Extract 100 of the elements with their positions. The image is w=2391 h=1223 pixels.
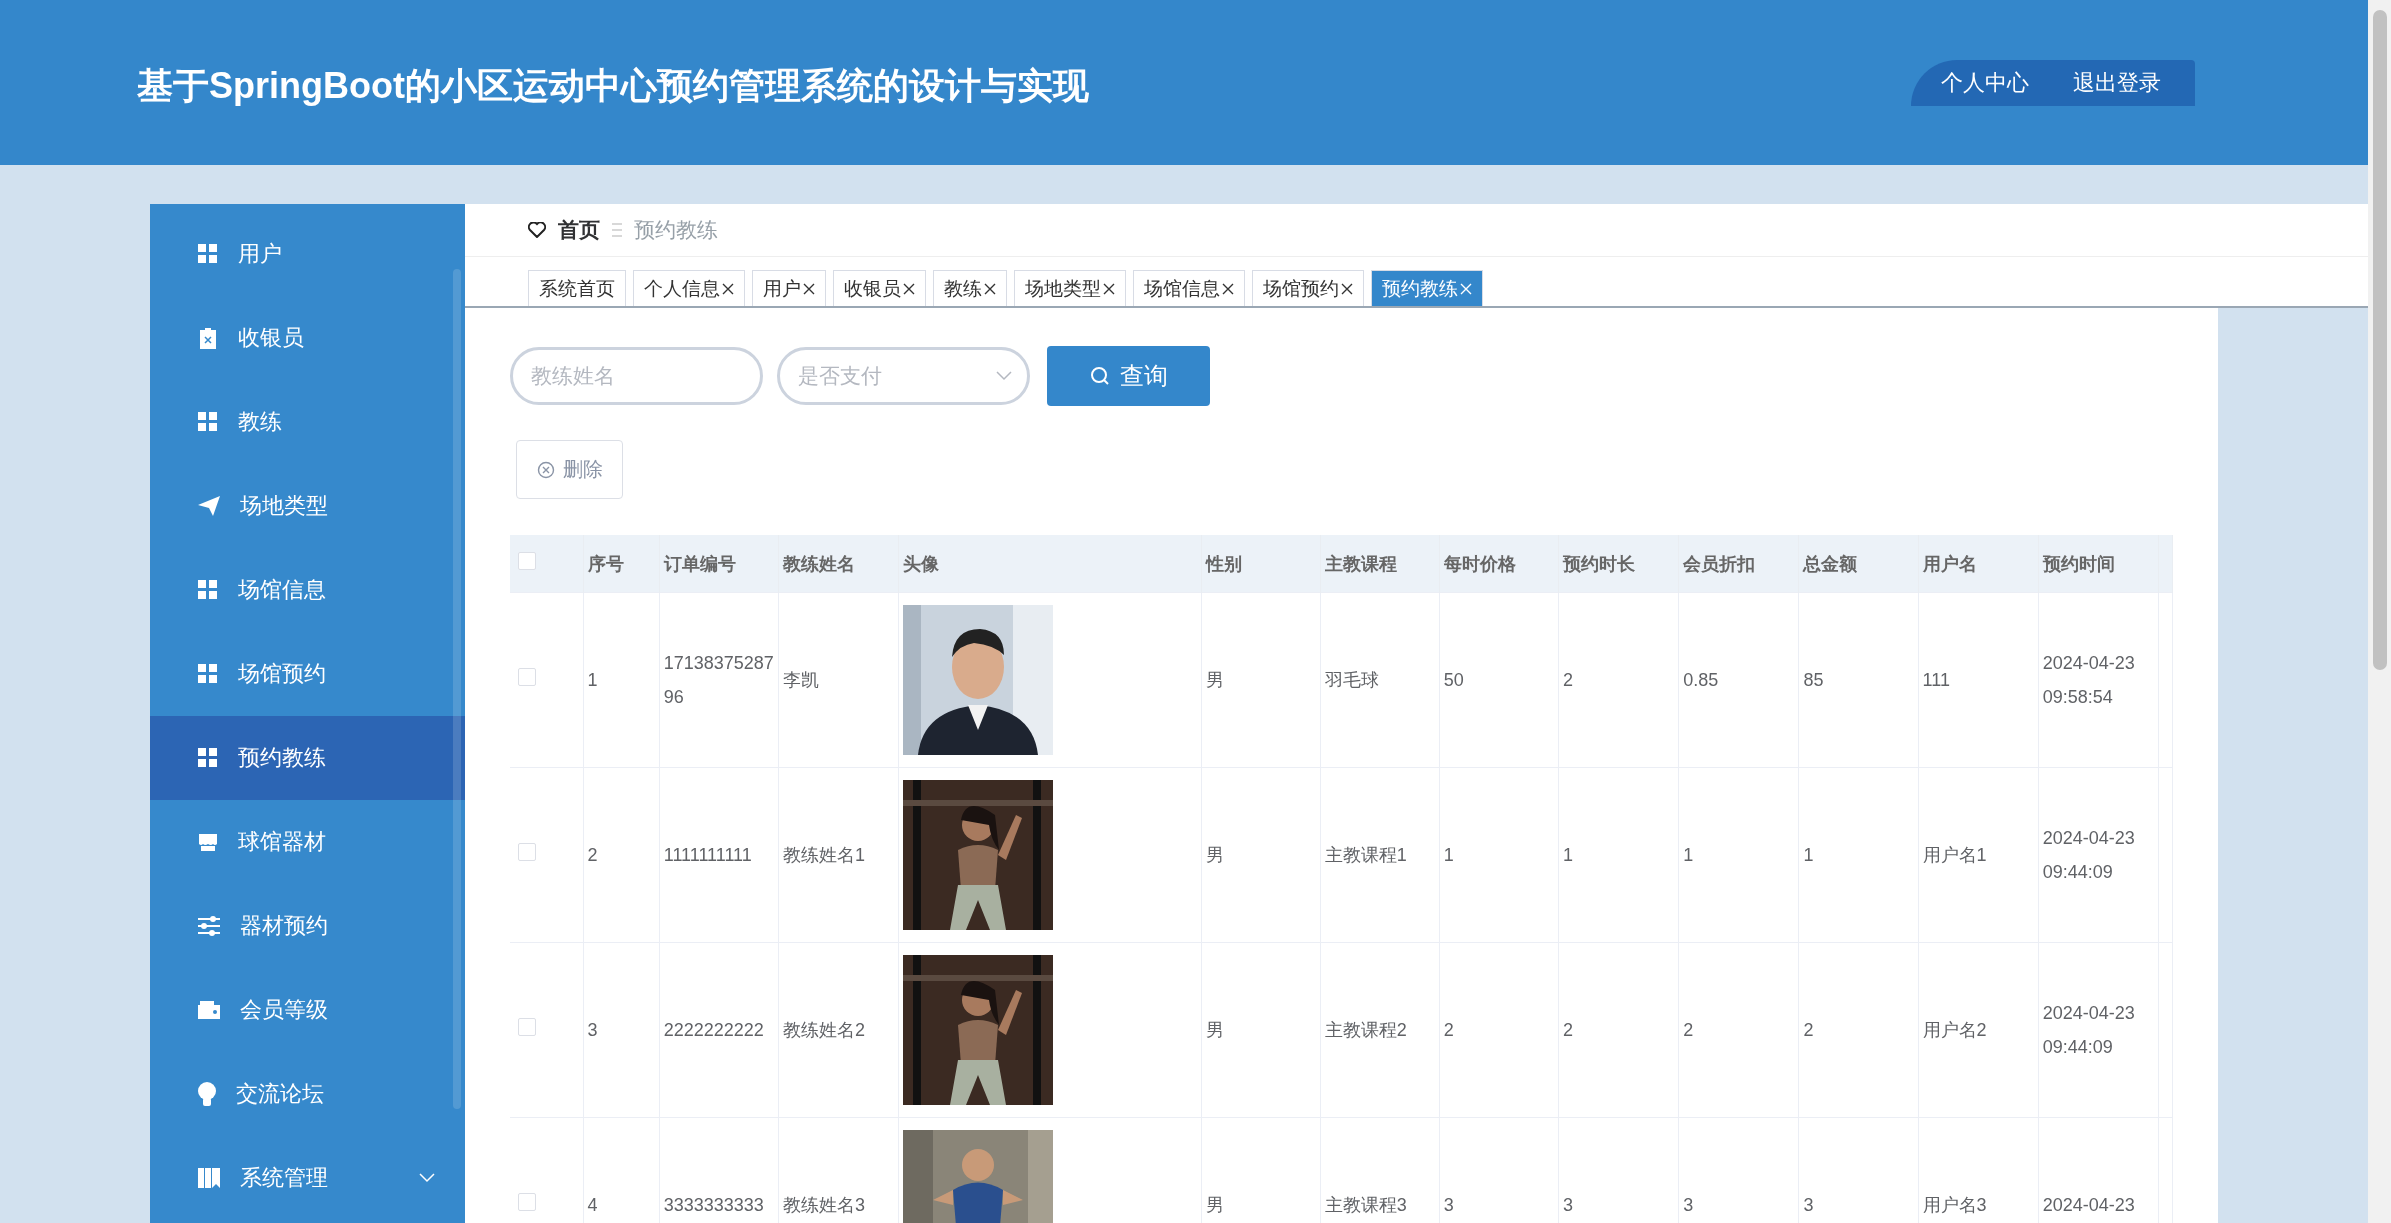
page-tab[interactable]: 预约教练 xyxy=(1371,270,1483,306)
table-cell: 3 xyxy=(1563,1195,1574,1215)
column-header: 每时价格 xyxy=(1439,535,1559,593)
page-tab[interactable]: 系统首页 xyxy=(528,270,626,306)
sidebar-item[interactable]: 交流论坛 xyxy=(150,1052,465,1136)
table-cell: 1713837528796 xyxy=(663,653,774,707)
column-header: 用户名 xyxy=(1918,535,2039,593)
table-cell: 1 xyxy=(1443,845,1454,865)
column-header: 预约时间 xyxy=(2038,535,2159,593)
page-tab[interactable]: 用户 xyxy=(752,270,826,306)
sidebar-item[interactable]: 场馆信息 xyxy=(150,548,465,632)
page-tab[interactable]: 场馆预约 xyxy=(1252,270,1364,306)
table-cell: 男 xyxy=(1205,1195,1224,1215)
paper-plane-icon xyxy=(198,496,220,516)
table-cell: 主教课程2 xyxy=(1324,1020,1407,1040)
close-circle-icon xyxy=(536,460,555,479)
sidebar-item[interactable]: 收银员 xyxy=(150,296,465,380)
table-cell: 2024-04-23 09:58:54 xyxy=(2042,653,2135,707)
column-header: 性别 xyxy=(1201,535,1321,593)
table-cell: 3 xyxy=(1803,1195,1814,1215)
separator-icon xyxy=(612,223,622,237)
sidebar-item[interactable]: 教练 xyxy=(150,380,465,464)
table-cell: 2024-04-23 xyxy=(2042,1195,2135,1215)
table-cell: 男 xyxy=(1205,845,1224,865)
table-cell: 李凯 xyxy=(782,670,819,690)
table-cell: 1111111111 xyxy=(663,845,752,865)
app-title: 基于SpringBoot的小区运动中心预约管理系统的设计与实现 xyxy=(137,64,1090,108)
close-icon xyxy=(984,282,996,295)
delete-button[interactable]: 删除 xyxy=(516,440,623,499)
grid-icon xyxy=(198,664,218,684)
close-icon xyxy=(1103,282,1115,295)
page-tab[interactable]: 教练 xyxy=(933,270,1007,306)
clipboard-icon xyxy=(198,327,218,349)
sidebar-item[interactable]: 球馆器材 xyxy=(150,800,465,884)
column-header: 头像 xyxy=(898,535,1201,593)
grid-icon xyxy=(198,748,218,768)
sidebar-item[interactable]: 场地类型 xyxy=(150,464,465,548)
table-cell: 用户名1 xyxy=(1922,845,1987,865)
page-tab[interactable]: 场馆信息 xyxy=(1133,270,1245,306)
table-cell: 1 xyxy=(1803,845,1814,865)
table-cell: 教练姓名2 xyxy=(782,1020,865,1040)
checkbox[interactable] xyxy=(518,668,536,686)
checkbox[interactable] xyxy=(518,1018,536,1036)
search-icon xyxy=(1089,366,1110,386)
sidebar-item[interactable]: 会员等级 xyxy=(150,968,465,1052)
table-cell: 1 xyxy=(587,670,598,690)
table-cell: 2024-04-23 09:44:09 xyxy=(2042,1003,2135,1057)
page-tab[interactable]: 收银员 xyxy=(833,270,926,306)
scrollbar-thumb[interactable] xyxy=(2373,10,2387,670)
page-tab[interactable]: 场地类型 xyxy=(1014,270,1126,306)
table-cell: 3 xyxy=(1443,1195,1454,1215)
sidebar-item[interactable]: 预约教练 xyxy=(150,716,465,800)
table-cell: 1 xyxy=(1563,845,1574,865)
table-cell: 羽毛球 xyxy=(1324,670,1379,690)
table-cell: 2 xyxy=(1563,1020,1574,1040)
close-icon xyxy=(803,282,815,295)
header-link[interactable]: 个人中心 xyxy=(1941,68,2029,98)
close-icon xyxy=(1341,282,1353,295)
payment-select[interactable]: 是否支付 xyxy=(777,347,1030,405)
grid-icon xyxy=(198,244,218,264)
sidebar-item[interactable]: 用户 xyxy=(150,212,465,296)
breadcrumb-current: 预约教练 xyxy=(634,217,718,243)
breadcrumb-home[interactable]: 首页 xyxy=(558,216,600,244)
close-icon xyxy=(722,282,734,295)
table-cell: 主教课程1 xyxy=(1324,845,1407,865)
table-cell: 4 xyxy=(587,1195,598,1215)
chevron-down-icon xyxy=(996,371,1012,381)
page-tab[interactable]: 个人信息 xyxy=(633,270,745,306)
table-cell: 用户名2 xyxy=(1922,1020,1987,1040)
book-icon xyxy=(198,1168,220,1188)
table-cell: 主教课程3 xyxy=(1324,1195,1407,1215)
coach-name-field[interactable]: 教练姓名 xyxy=(510,347,763,405)
table-cell: 男 xyxy=(1205,670,1224,690)
column-header: 教练姓名 xyxy=(778,535,899,593)
sidebar-item[interactable]: 场馆预约 xyxy=(150,632,465,716)
checkbox[interactable] xyxy=(518,843,536,861)
column-header: 主教课程 xyxy=(1320,535,1440,593)
close-icon xyxy=(1222,282,1234,295)
checkbox[interactable] xyxy=(518,1193,536,1211)
table-cell: 3333333333 xyxy=(663,1195,764,1215)
table-cell: 教练姓名1 xyxy=(782,845,865,865)
sidebar-item[interactable]: 系统管理 xyxy=(150,1136,465,1220)
column-header: 会员折扣 xyxy=(1678,535,1799,593)
table-cell: 85 xyxy=(1803,670,1824,690)
chevron-down-icon xyxy=(419,1173,435,1183)
scrollbar[interactable] xyxy=(2368,0,2391,1223)
table-cell: 2 xyxy=(1803,1020,1814,1040)
header-link[interactable]: 退出登录 xyxy=(2073,68,2161,98)
sidebar-scrollbar[interactable] xyxy=(453,269,461,1109)
sidebar-item[interactable]: 器材预约 xyxy=(150,884,465,968)
table-cell: 2 xyxy=(587,845,598,865)
table-cell: 0.85 xyxy=(1683,670,1719,690)
column-header: 序号 xyxy=(583,535,660,593)
grid-icon xyxy=(198,580,218,600)
table-cell: 3 xyxy=(1683,1195,1694,1215)
table-cell: 50 xyxy=(1443,670,1464,690)
table-cell: 2222222222 xyxy=(663,1020,764,1040)
checkbox[interactable] xyxy=(518,552,536,570)
table-cell: 2 xyxy=(1443,1020,1454,1040)
search-button[interactable]: 查询 xyxy=(1047,346,1210,406)
